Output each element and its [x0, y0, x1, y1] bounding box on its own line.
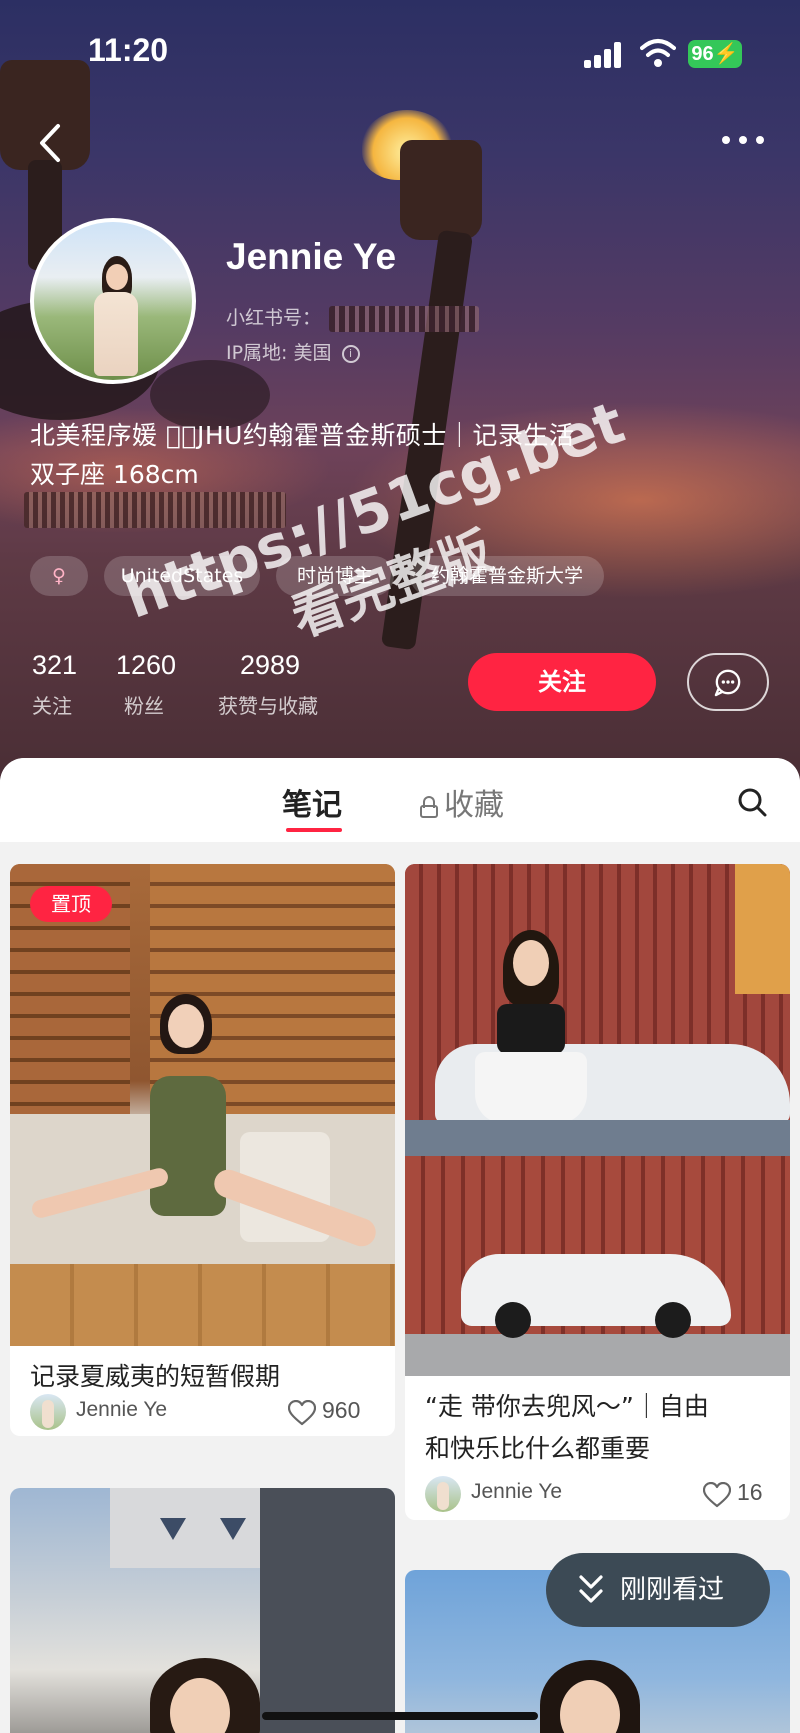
heart-icon [288, 1400, 316, 1426]
search-icon[interactable] [736, 786, 768, 818]
battery-level: 96 [691, 43, 714, 65]
lock-icon [420, 795, 438, 818]
note-cover-image: 置顶 [10, 864, 395, 1346]
tag-category[interactable]: 时尚博主 [276, 556, 394, 596]
like-count: 16 [737, 1479, 763, 1505]
tab-collections-label: 收藏 [444, 788, 504, 823]
profile-name: Jennie Ye [226, 236, 397, 277]
ip-location: IP属地: 美国 i [226, 338, 360, 365]
info-icon[interactable]: i [341, 344, 360, 363]
home-indicator[interactable] [262, 1712, 538, 1720]
signal-icon [584, 42, 624, 68]
author-name: Jennie Ye [76, 1398, 168, 1421]
redacted-bio [24, 492, 286, 528]
pinned-badge: 置顶 [30, 886, 112, 922]
tag-school[interactable]: 约翰霍普金斯大学 [410, 556, 604, 596]
battery-indicator: 96⚡ [688, 40, 742, 68]
xhs-id-label: 小红书号： [226, 307, 322, 329]
note-cover-image [10, 1488, 395, 1733]
like-count: 960 [322, 1397, 361, 1423]
recently-viewed-button[interactable]: 刚刚看过 [546, 1553, 770, 1627]
tab-collections[interactable]: 收藏 [420, 780, 504, 824]
back-icon[interactable] [30, 118, 70, 168]
note-card-drive[interactable]: “走 带你去兜风～”｜自由 和快乐比什么都重要 Jennie Ye 16 [405, 864, 790, 1520]
note-cover-image [405, 864, 790, 1376]
note-title: 记录夏威夷的短暂假期 [30, 1362, 281, 1391]
recently-viewed-label: 刚刚看过 [620, 1575, 725, 1605]
status-bar: 11:20 96⚡ [0, 0, 800, 100]
like-control[interactable]: 16 [703, 1476, 783, 1512]
tag-gender[interactable]: ♀ [30, 556, 88, 596]
torch-right [350, 100, 500, 651]
note-title-line-2: 和快乐比什么都重要 [425, 1434, 651, 1463]
bio-line-1: 北美程序媛 ｜JHU约翰霍普金斯硕士｜记录生活 [30, 421, 574, 450]
more-icon[interactable] [718, 126, 768, 156]
heart-icon [703, 1482, 731, 1508]
like-control[interactable]: 960 [288, 1394, 388, 1430]
active-tab-indicator [286, 828, 342, 832]
note-title: “走 带你去兜风～”｜自由 和快乐比什么都重要 [425, 1386, 709, 1470]
status-time: 11:20 [88, 32, 169, 68]
likes-collects-count[interactable]: 2989 [240, 650, 300, 681]
content-tabs: 笔记 收藏 [0, 758, 800, 842]
follow-button[interactable]: 关注 [468, 653, 656, 711]
following-count[interactable]: 321 [32, 650, 77, 681]
tag-location[interactable]: UnitedStates [104, 556, 260, 596]
author-avatar [30, 1394, 66, 1430]
note-title-line-1: “走 带你去兜风～”｜自由 [425, 1392, 709, 1421]
profile-header: 11:20 96⚡ Jennie Ye 小红书号： IP属地: 美国 i 北美程… [0, 0, 800, 780]
followers-count[interactable]: 1260 [116, 650, 176, 681]
followers-label[interactable]: 粉丝 [124, 690, 164, 719]
likes-collects-label[interactable]: 获赞与收藏 [218, 690, 318, 719]
xhs-id: 小红书号： [226, 303, 480, 332]
author-name: Jennie Ye [471, 1480, 563, 1503]
author-avatar [425, 1476, 461, 1512]
note-author[interactable]: Jennie Ye [425, 1476, 675, 1512]
note-card-hawaii[interactable]: 置顶 记录夏威夷的短暂假期 Jennie Ye 960 [10, 864, 395, 1436]
redacted-id [329, 305, 480, 332]
note-author[interactable]: Jennie Ye [30, 1394, 280, 1430]
message-button[interactable] [687, 653, 769, 711]
tab-notes[interactable]: 笔记 [282, 780, 342, 824]
avatar[interactable] [30, 218, 196, 384]
ip-location-text: IP属地: 美国 [226, 342, 332, 364]
note-card-3[interactable] [10, 1488, 395, 1733]
double-chevron-down-icon [579, 1575, 603, 1603]
following-label[interactable]: 关注 [32, 690, 72, 719]
wifi-icon [640, 39, 676, 67]
bio-line-2: 双子座 168cm [30, 460, 199, 489]
